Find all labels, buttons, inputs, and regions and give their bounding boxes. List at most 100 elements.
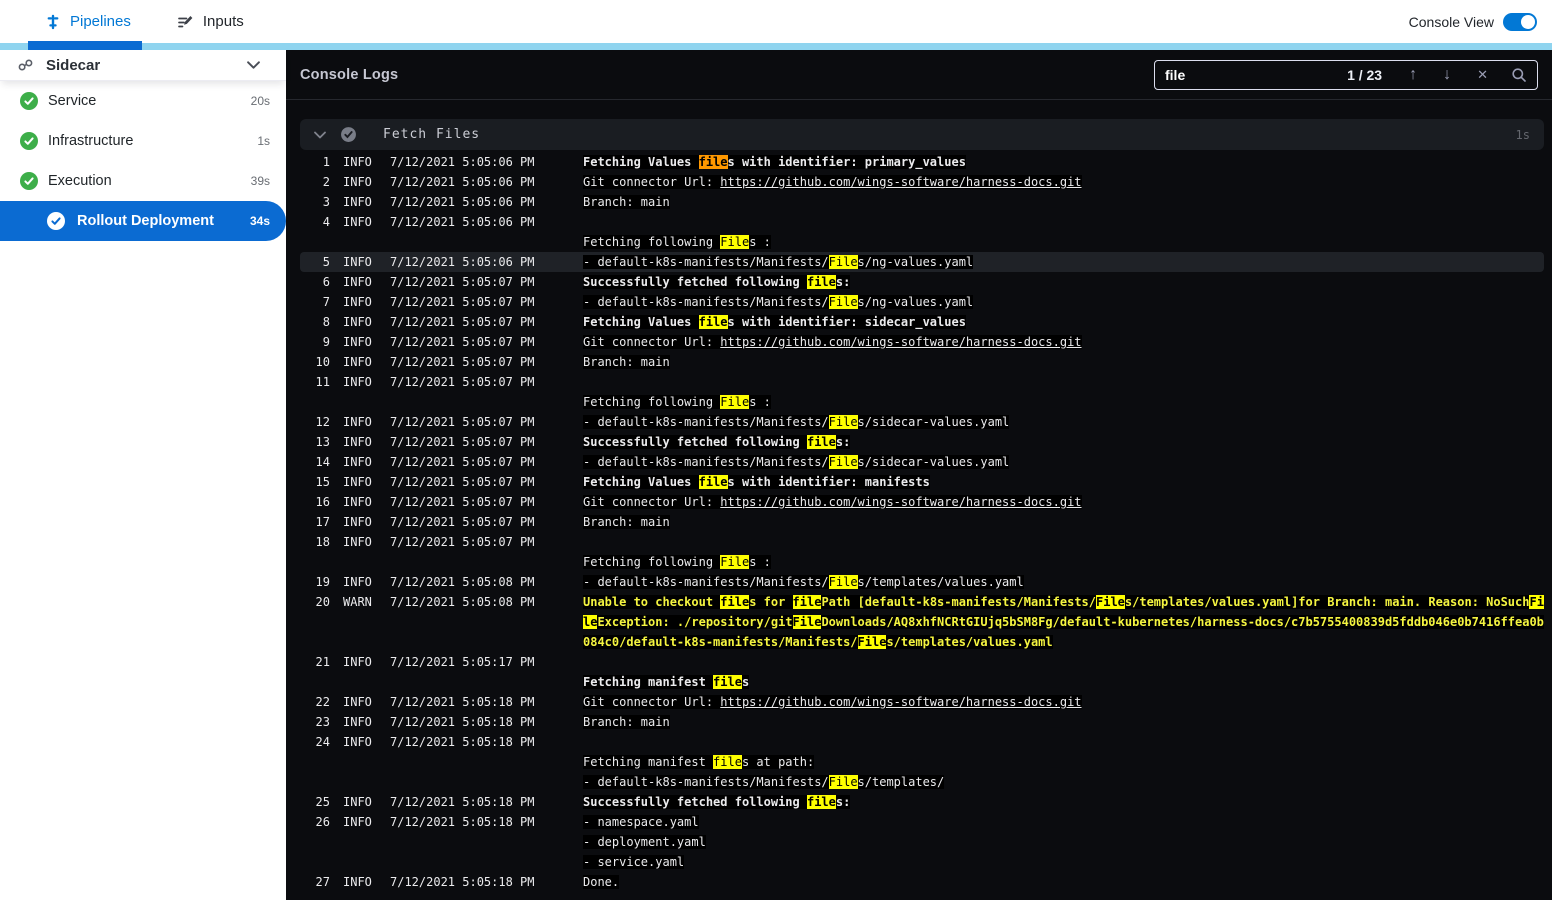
tab-inputs[interactable]: Inputs (177, 13, 244, 30)
stage-label: Rollout Deployment (77, 213, 214, 229)
log-entry: 16 INFO 7/12/2021 5:05:07 PM Git connector … (300, 492, 1544, 512)
log-text: s for (749, 595, 793, 609)
log-message-line: Fetching following Files : (583, 232, 1544, 252)
line-number: 15 (315, 475, 330, 489)
stage-label: Service (48, 93, 97, 109)
log-message-line: Fetching Values files with identifier: s… (583, 312, 1544, 332)
console-view-label: Console View (1408, 13, 1494, 30)
log-message: Branch: main (583, 352, 1544, 372)
log-entry: 9 INFO 7/12/2021 5:05:07 PM Git connector U… (300, 332, 1544, 352)
stage-duration: 1s (257, 134, 270, 148)
log-entry: 5 INFO 7/12/2021 5:05:06 PM - default-k8s-m… (300, 252, 1544, 272)
clear-search-button[interactable]: ✕ (1464, 68, 1501, 81)
log-link[interactable]: https://github.com/wings-software/harnes… (720, 335, 1081, 349)
log-message-line: Fetching following Files : (583, 392, 1544, 412)
log-message: Branch: main (583, 192, 1544, 212)
log-level: INFO (343, 715, 372, 729)
search-match-count: 1 / 23 (1347, 66, 1383, 83)
step-duration: 1s (1515, 127, 1530, 142)
log-timestamp: 7/12/2021 5:05:18 PM (390, 735, 535, 749)
log-entry: 23 INFO 7/12/2021 5:05:18 PM Branch: main (300, 712, 1544, 732)
log-text: Done. (583, 875, 620, 889)
log-message-line: Successfully fetched following files: (583, 272, 1544, 292)
search-match: file (792, 595, 822, 609)
log-link[interactable]: https://github.com/wings-software/harnes… (720, 175, 1081, 189)
log-message-line: Done. (583, 872, 1544, 892)
log-step-header[interactable]: Fetch Files 1s (300, 119, 1544, 150)
log-message: Unable to checkout files for filePath [d… (583, 592, 1544, 652)
log-text: Fetching following (583, 235, 721, 249)
log-timestamp: 7/12/2021 5:05:07 PM (390, 435, 535, 449)
log-body: Fetch Files 1s 1 INFO 7/12/2021 5:05:06 PM… (286, 100, 1552, 892)
log-entry: 26 INFO 7/12/2021 5:05:18 PM - namespace.ya… (300, 812, 1544, 872)
log-level: INFO (343, 875, 372, 889)
log-level: INFO (343, 795, 372, 809)
search-match: File (857, 635, 887, 649)
status-success-icon (20, 132, 38, 150)
search-icon[interactable] (1501, 67, 1527, 83)
log-level: INFO (343, 815, 372, 829)
search-match: File (720, 395, 750, 409)
log-entry: 3 INFO 7/12/2021 5:05:06 PM Branch: main (300, 192, 1544, 212)
tab-pipelines[interactable]: Pipelines (45, 13, 131, 30)
sidebar-item-infrastructure[interactable]: Infrastructure 1s (0, 121, 286, 161)
log-message: Successfully fetched following files: (583, 792, 1544, 812)
line-number: 21 (315, 655, 330, 669)
search-match: file (713, 675, 742, 689)
active-tab-underline (28, 41, 142, 50)
search-match: File (828, 255, 858, 269)
log-search-box[interactable]: 1 / 23 ↑ ↓ ✕ (1154, 59, 1538, 90)
log-text: Branch: main (583, 715, 670, 729)
line-number: 18 (315, 535, 330, 549)
log-message: Git connector Url: https://github.com/wi… (583, 692, 1544, 712)
line-number: 13 (315, 435, 330, 449)
search-input[interactable] (1165, 66, 1348, 83)
log-timestamp: 7/12/2021 5:05:18 PM (390, 795, 535, 809)
sidebar-item-execution[interactable]: Execution 39s (0, 161, 286, 201)
search-match: file (806, 275, 836, 289)
stage-duration: 39s (250, 174, 270, 188)
stage-label: Infrastructure (48, 133, 134, 149)
log-text: - default-k8s-manifests/Manifests/ (583, 295, 829, 309)
log-link[interactable]: https://github.com/wings-software/harnes… (720, 495, 1081, 509)
log-message-line: Branch: main (583, 512, 1544, 532)
log-level: INFO (343, 735, 372, 749)
log-text: Fetching following (583, 395, 721, 409)
log-timestamp: 7/12/2021 5:05:07 PM (390, 515, 535, 529)
log-message: Fetching following Files : (583, 212, 1544, 252)
line-number: 6 (322, 275, 330, 289)
log-text: s with identifier: sidecar_values (727, 315, 966, 329)
log-level: INFO (343, 475, 372, 489)
log-text: - default-k8s-manifests/Manifests/ (583, 455, 829, 469)
log-message-line: Branch: main (583, 712, 1544, 732)
log-message-line: Git connector Url: https://github.com/wi… (583, 692, 1544, 712)
log-entry: 13 INFO 7/12/2021 5:05:07 PM Successfully f… (300, 432, 1544, 452)
log-entry: 27 INFO 7/12/2021 5:05:18 PM Done. (300, 872, 1544, 892)
log-timestamp: 7/12/2021 5:05:17 PM (390, 655, 535, 669)
sidebar-item-rollout-deployment[interactable]: Rollout Deployment 34s (0, 201, 286, 241)
log-text: Fetching manifest (583, 755, 714, 769)
stage-duration: 20s (250, 94, 270, 108)
log-level: INFO (343, 215, 372, 229)
next-match-button[interactable]: ↓ (1430, 66, 1464, 83)
log-level: INFO (343, 295, 372, 309)
log-timestamp: 7/12/2021 5:05:18 PM (390, 875, 535, 889)
log-level: INFO (343, 175, 372, 189)
log-entry: 8 INFO 7/12/2021 5:05:07 PM Fetching Values… (300, 312, 1544, 332)
log-level: INFO (343, 455, 372, 469)
log-message: - default-k8s-manifests/Manifests/Files/… (583, 292, 1544, 312)
log-level: INFO (343, 355, 372, 369)
console-view-toggle[interactable] (1503, 12, 1537, 31)
search-match: File (828, 295, 858, 309)
log-timestamp: 7/12/2021 5:05:06 PM (390, 175, 535, 189)
sidebar-item-service[interactable]: Service 20s (0, 81, 286, 121)
log-link[interactable]: https://github.com/wings-software/harnes… (720, 695, 1081, 709)
previous-match-button[interactable]: ↑ (1396, 66, 1430, 83)
log-timestamp: 7/12/2021 5:05:08 PM (390, 575, 535, 589)
search-match: file (720, 595, 750, 609)
log-entry: 18 INFO 7/12/2021 5:05:07 PM Fetching follo… (300, 532, 1544, 572)
console-logs-panel: Console Logs 1 / 23 ↑ ↓ ✕ (286, 50, 1552, 900)
log-text: s: (835, 795, 851, 809)
log-message-line: - deployment.yaml (583, 832, 1544, 852)
stage-group-header[interactable]: Sidecar (0, 50, 286, 81)
